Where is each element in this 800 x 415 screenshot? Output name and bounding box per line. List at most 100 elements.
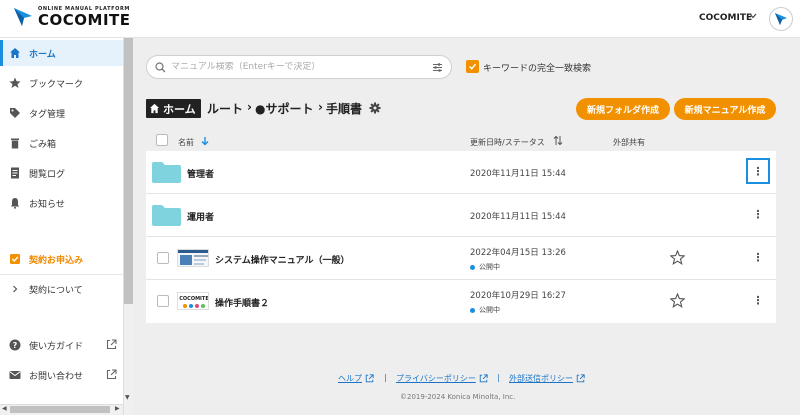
folder-icon: [152, 205, 181, 226]
sidebar-item-contract-info[interactable]: 契約について: [0, 276, 123, 302]
star-icon: [9, 77, 21, 89]
sidebar-item-label: お知らせ: [29, 199, 65, 210]
row-checkbox[interactable]: [157, 295, 169, 307]
column-header-external-share: 外部共有: [613, 138, 645, 147]
scroll-down-arrow-icon[interactable]: ▼: [125, 394, 130, 401]
search-box: [146, 55, 452, 79]
footer-separator: |: [497, 373, 500, 382]
document-icon: [9, 167, 21, 179]
external-link-icon: [106, 369, 117, 383]
home-icon: [9, 47, 21, 59]
external-link-icon: [576, 374, 585, 383]
logo-text: ONLINE MANUAL PLATFORM COCOMITE: [38, 6, 131, 29]
sidebar-item-tags[interactable]: タグ管理: [0, 100, 123, 126]
breadcrumb-home[interactable]: ホーム: [146, 99, 201, 118]
sidebar-item-notices[interactable]: お知らせ: [0, 190, 123, 216]
filter-settings-icon[interactable]: [432, 62, 443, 76]
star-icon[interactable]: [669, 249, 686, 268]
status-text: 公開中: [479, 306, 500, 314]
footer-external-link[interactable]: 外部送信ポリシー: [509, 373, 585, 384]
gear-icon[interactable]: [369, 102, 381, 117]
exact-match-checkbox[interactable]: [466, 60, 479, 73]
status-text: 公開中: [479, 263, 500, 271]
sidebar-item-view-log[interactable]: 閲覧ログ: [0, 160, 123, 186]
home-icon: [149, 103, 160, 114]
status-dot: [470, 264, 475, 270]
row-name[interactable]: 運用者: [187, 210, 214, 223]
scroll-left-arrow-icon[interactable]: ◀: [2, 405, 7, 412]
checkbox-icon: [9, 253, 21, 265]
check-icon: [468, 63, 477, 70]
select-all-checkbox[interactable]: [156, 134, 168, 146]
sidebar-item-label: お問い合わせ: [29, 371, 84, 382]
breadcrumb-root[interactable]: ルート: [207, 100, 243, 117]
user-name[interactable]: COCOMITE: [699, 13, 752, 23]
row-name[interactable]: 操作手順書２: [215, 296, 269, 309]
table-row[interactable]: COCOMITE 操作手順書２ 2020年10月29日 16:27 公開中 ⋮: [146, 280, 776, 323]
exact-match-label[interactable]: キーワードの完全一致検索: [483, 61, 591, 74]
row-date: 2022年04月15日 13:26: [470, 248, 566, 258]
folder-icon: [152, 162, 181, 183]
sidebar-item-bookmark[interactable]: ブックマーク: [0, 70, 123, 96]
scroll-right-arrow-icon[interactable]: ▶: [115, 405, 120, 412]
new-manual-button[interactable]: 新規マニュアル作成: [674, 98, 776, 120]
search-input[interactable]: [171, 62, 426, 72]
mail-icon: [9, 369, 21, 381]
sidebar-item-label: 契約について: [29, 285, 83, 296]
row-date: 2020年11月11日 15:44: [470, 169, 566, 179]
table-row[interactable]: システム操作マニュアル（一般） 2022年04月15日 13:26 公開中 ⋮: [146, 237, 776, 280]
status-dot: [470, 307, 475, 313]
sidebar-item-guide[interactable]: ? 使い方ガイド: [0, 332, 123, 358]
breadcrumb-support[interactable]: ●サポート: [255, 100, 313, 117]
sidebar-item-contact[interactable]: お問い合わせ: [0, 362, 123, 388]
star-icon[interactable]: [669, 292, 686, 311]
sidebar-divider: [0, 274, 123, 275]
more-menu-button[interactable]: ⋮: [746, 287, 770, 313]
sidebar-item-label: ブックマーク: [29, 79, 84, 90]
table-row[interactable]: 管理者 2020年11月11日 15:44 ⋮: [146, 151, 776, 194]
sidebar-item-trash[interactable]: ごみ箱: [0, 130, 123, 156]
sort-toggle-icon[interactable]: [553, 135, 563, 148]
footer-help-link[interactable]: ヘルプ: [338, 373, 374, 384]
sort-arrow-down-icon[interactable]: [200, 136, 210, 148]
sidebar-scrollbar-thumb[interactable]: [124, 38, 133, 304]
footer-external-label: 外部送信ポリシー: [509, 374, 573, 383]
row-name[interactable]: システム操作マニュアル（一般）: [215, 253, 349, 266]
avatar-logo-icon: [775, 13, 787, 25]
more-menu-button[interactable]: ⋮: [746, 158, 770, 184]
status-badge: 公開中: [470, 305, 500, 315]
tag-icon: [9, 107, 21, 119]
footer-help-label: ヘルプ: [338, 374, 362, 383]
more-menu-button[interactable]: ⋮: [746, 201, 770, 227]
footer-privacy-link[interactable]: プライバシーポリシー: [396, 373, 488, 384]
footer-separator: |: [384, 373, 387, 382]
footer-privacy-label: プライバシーポリシー: [396, 374, 476, 383]
logo-title: COCOMITE: [38, 10, 131, 29]
search-icon: [155, 61, 166, 73]
sidebar-item-label: 使い方ガイド: [29, 341, 84, 352]
row-checkbox[interactable]: [157, 252, 169, 264]
sidebar-item-home[interactable]: ホーム: [0, 40, 123, 66]
sidebar-item-contract-apply[interactable]: 契約お申込み: [0, 246, 123, 272]
app-header: ONLINE MANUAL PLATFORM COCOMITE COCOMITE: [0, 0, 800, 38]
sidebar-item-label: 契約お申込み: [29, 255, 84, 266]
logo[interactable]: ONLINE MANUAL PLATFORM COCOMITE: [12, 6, 131, 28]
new-folder-button[interactable]: 新規フォルダ作成: [576, 98, 670, 120]
breadcrumb-separator: ›: [247, 100, 252, 114]
table-row[interactable]: 運用者 2020年11月11日 15:44 ⋮: [146, 194, 776, 237]
chevron-down-icon[interactable]: [749, 12, 757, 22]
sidebar-item-label: ホーム: [29, 49, 56, 60]
help-icon: ?: [9, 339, 21, 351]
column-header-updated[interactable]: 更新日時/ステータス: [470, 137, 545, 148]
avatar[interactable]: [769, 7, 793, 31]
row-name[interactable]: 管理者: [187, 167, 214, 180]
breadcrumb-separator: ›: [318, 100, 323, 114]
sidebar-horizontal-scrollbar-thumb[interactable]: [10, 406, 110, 413]
sidebar-item-label: タグ管理: [29, 109, 66, 120]
more-menu-button[interactable]: ⋮: [746, 244, 770, 270]
column-header-name[interactable]: 名前: [178, 137, 194, 148]
trash-icon: [9, 137, 21, 149]
breadcrumb-home-label: ホーム: [163, 102, 196, 116]
logo-mark-icon: [14, 8, 32, 26]
manual-thumbnail: [177, 249, 209, 267]
